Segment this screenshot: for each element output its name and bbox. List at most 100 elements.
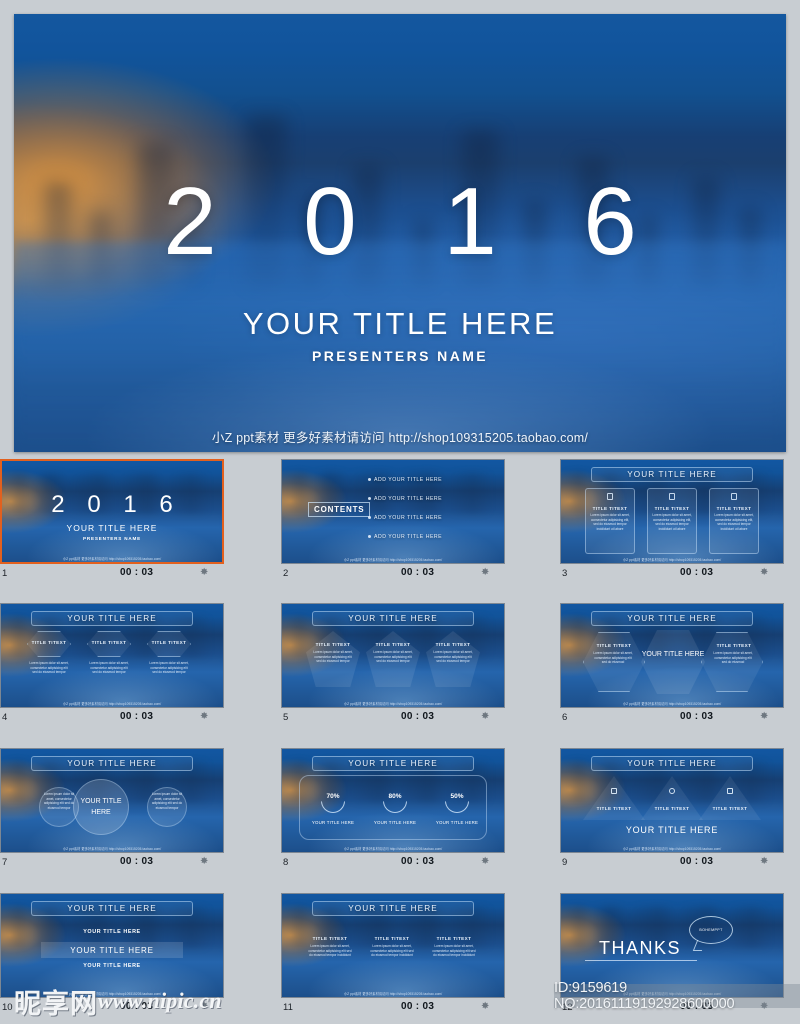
hero-presenter: PRESENTERS NAME: [311, 348, 489, 364]
card-title: TITLE TITEXT: [91, 640, 127, 645]
star-icon[interactable]: ✸: [760, 567, 768, 578]
card-body: Lorem ipsum dolor sit amet, consectetur …: [373, 650, 413, 664]
card-title: TITLE TITEXT: [315, 642, 351, 647]
slide-title-bar: YOUR TITLE HERE: [591, 467, 753, 482]
slide-number: 4: [2, 712, 8, 723]
bullet-icon: [368, 535, 371, 539]
slide-thumbnail-7[interactable]: YOUR TITLE HERE YOUR TITLE HERE Lorem ipsu…: [0, 748, 224, 853]
star-icon[interactable]: ✸: [760, 711, 768, 722]
stack-row-highlight[interactable]: YOUR TITLE HERE: [41, 942, 183, 958]
hourglass-icon: [727, 788, 733, 794]
star-icon[interactable]: ✸: [200, 1001, 208, 1012]
stack-row[interactable]: YOUR TITLE HERE: [1, 963, 223, 969]
card-title: TITLE TITEXT: [435, 642, 471, 647]
slide-thumbnail-cell[interactable]: YOUR TITLE HERE YOUR TITLE HERE TITLE TITE…: [560, 603, 784, 727]
slide-title-bar: YOUR TITLE HERE: [312, 901, 474, 916]
slide-duration: 00 : 03: [120, 567, 154, 578]
slide-title-bar: YOUR TITLE HERE: [312, 611, 474, 626]
slide-title-bar: YOUR TITLE HERE: [312, 756, 474, 771]
slide-footer-text: 小Z ppt素材 更多好素材请访问 http://shop109315205.t…: [622, 558, 722, 562]
star-icon[interactable]: ✸: [200, 567, 208, 578]
card-title: TITLE TITEXT: [436, 936, 472, 941]
card-title: TITLE TITEXT: [592, 506, 628, 511]
slide-footer-text: 小Z ppt素材 更多好素材请访问 http://shop109315205.t…: [343, 847, 443, 851]
slide-number: 8: [283, 857, 289, 868]
slide-footer-text: 小Z ppt素材 更多好素材请访问 http://shop109315205.t…: [62, 557, 162, 561]
main-slide-preview[interactable]: 2 0 1 6 YOUR TITLE HERE PRESENTERS NAME …: [14, 14, 786, 452]
card-title: TITLE TITEXT: [712, 806, 748, 811]
slide-number: 2: [283, 568, 289, 579]
hero-title: YOUR TITLE HERE: [242, 306, 558, 341]
slide-thumbnail-2[interactable]: CONTENTS ADD YOUR TITLE HERE ADD YOUR TITL…: [281, 459, 505, 564]
slide-duration: 00 : 03: [680, 711, 714, 722]
slide-duration: 00 : 03: [680, 567, 714, 578]
slide-footer-text: 小Z ppt素材 更多好素材请访问 http://shop109315205.t…: [62, 847, 162, 851]
contents-item[interactable]: ADD YOUR TITLE HERE: [368, 477, 442, 483]
thumbnail-footer: 1 00 : 03 ✸: [0, 564, 224, 583]
card-title: TITLE TITEXT: [375, 642, 411, 647]
thumbnail-footer: 10 00 : 03 ✸: [0, 998, 224, 1017]
contents-item[interactable]: ADD YOUR TITLE HERE: [368, 496, 442, 502]
slide-thumbnail-9[interactable]: YOUR TITLE HERE TITLE TITEXT TITLE TITEXT T…: [560, 748, 784, 853]
star-icon[interactable]: ✸: [481, 711, 489, 722]
card-body: Lorem ipsum dolor sit amet, consectetur …: [151, 792, 183, 810]
card-body: Lorem ipsum dolor sit amet, consectetur …: [370, 944, 414, 958]
slide-thumbnail-cell[interactable]: YOUR TITLE HERE TITLE TITEXT Lorem ipsum d…: [281, 603, 505, 727]
slide-thumbnail-cell[interactable]: YOUR TITLE HERE TITLE TITEXT Lorem ipsum d…: [281, 893, 505, 1017]
speech-bubble: BOHEMPPT: [689, 916, 733, 944]
slide-thumbnail-cell[interactable]: CONTENTS ADD YOUR TITLE HERE ADD YOUR TITL…: [281, 459, 505, 583]
thumbnail-footer: 3 00 : 03 ✸: [560, 564, 784, 583]
star-icon[interactable]: ✸: [200, 856, 208, 867]
slide-thumbnail-cell[interactable]: 2 0 1 6 YOUR TITLE HERE PRESENTERS NAME 小Z …: [0, 459, 224, 583]
slide-thumbnail-8[interactable]: YOUR TITLE HERE 70% YOUR TITLE HERE 80% YOUR…: [281, 748, 505, 853]
slide-duration: 00 : 03: [680, 856, 714, 867]
slide-thumbnail-cell[interactable]: YOUR TITLE HERE TITLE TITEXT Lorem ipsum d…: [560, 459, 784, 583]
monitor-icon: [731, 493, 737, 500]
star-icon[interactable]: ✸: [200, 711, 208, 722]
bullet-icon: [368, 497, 371, 501]
slide-thumbnail-10[interactable]: YOUR TITLE HERE YOUR TITLE HERE YOUR TITLE…: [0, 893, 224, 998]
card-body: Lorem ipsum dolor sit amet, consectetur …: [714, 513, 754, 531]
thumb-presenter: PRESENTERS NAME: [83, 536, 141, 541]
slide-thumbnail-cell[interactable]: YOUR TITLE HERE YOUR TITLE HERE Lorem ipsu…: [0, 748, 224, 872]
slide-thumbnail-3[interactable]: YOUR TITLE HERE TITLE TITEXT Lorem ipsum d…: [560, 459, 784, 564]
thumb-title: YOUR TITLE HERE: [66, 523, 158, 533]
card-title: TITLE TITEXT: [596, 643, 632, 648]
slide-thumbnail-cell[interactable]: YOUR TITLE HERE 70% YOUR TITLE HERE 80% YOUR…: [281, 748, 505, 872]
slide-thumbnail-cell[interactable]: YOUR TITLE HERE YOUR TITLE HERE YOUR TITLE…: [0, 893, 224, 1017]
slide-thumbnail-cell[interactable]: YOUR TITLE HERE TITLE TITEXT TITLE TITEXT T…: [560, 748, 784, 872]
slide-thumbnail-cell[interactable]: YOUR TITLE HERE TITLE TITEXT Lorem ipsum d…: [0, 603, 224, 727]
star-icon[interactable]: ✸: [481, 1001, 489, 1012]
slide-number: 6: [562, 712, 568, 723]
contents-item[interactable]: ADD YOUR TITLE HERE: [368, 534, 442, 540]
card-body: Lorem ipsum dolor sit amet, consectetur …: [713, 651, 753, 665]
contents-item[interactable]: ADD YOUR TITLE HERE: [368, 515, 442, 521]
thanks-underline: [585, 960, 697, 961]
card-title: TITLE TITEXT: [654, 506, 690, 511]
slide-thumbnail-grid: 2 0 1 6 YOUR TITLE HERE PRESENTERS NAME 小Z …: [0, 459, 800, 1024]
hero-year: 2 0 1 6: [163, 168, 667, 275]
hero-shop-footer: 小Z ppt素材 更多好素材请访问 http://shop109315205.t…: [211, 431, 589, 445]
slide-thumbnail-11[interactable]: YOUR TITLE HERE TITLE TITEXT Lorem ipsum d…: [281, 893, 505, 998]
slide-thumbnail-1[interactable]: 2 0 1 6 YOUR TITLE HERE PRESENTERS NAME 小Z …: [0, 459, 224, 564]
slide-title-bar: YOUR TITLE HERE: [31, 756, 193, 771]
star-icon[interactable]: ✸: [760, 856, 768, 867]
card-body: Lorem ipsum dolor sit amet, consectetur …: [29, 661, 69, 675]
slide-duration: 00 : 03: [120, 856, 154, 867]
thumbnail-footer: 6 00 : 03 ✸: [560, 708, 784, 727]
slide-footer-text: 小Z ppt素材 更多好素材请访问 http://shop109315205.t…: [62, 702, 162, 706]
star-icon[interactable]: ✸: [481, 567, 489, 578]
slide-thumbnail-5[interactable]: YOUR TITLE HERE TITLE TITEXT Lorem ipsum d…: [281, 603, 505, 708]
stack-row[interactable]: YOUR TITLE HERE: [1, 929, 223, 935]
stat-value: 80%: [388, 793, 402, 800]
slide-footer-text: 小Z ppt素材 更多好素材请访问 http://shop109315205.t…: [343, 992, 443, 996]
stat-label: YOUR TITLE HERE: [373, 820, 417, 825]
slide-thumbnail-6[interactable]: YOUR TITLE HERE YOUR TITLE HERE TITLE TITE…: [560, 603, 784, 708]
slide-title-bar: YOUR TITLE HERE: [591, 611, 753, 626]
thanks-text: THANKS: [598, 938, 681, 958]
bullet-icon: [368, 516, 371, 520]
slide-thumbnail-4[interactable]: YOUR TITLE HERE TITLE TITEXT Lorem ipsum d…: [0, 603, 224, 708]
center-title: YOUR TITLE HERE: [80, 798, 122, 816]
star-icon[interactable]: ✸: [481, 856, 489, 867]
slide-title-bar: YOUR TITLE HERE: [31, 901, 193, 916]
